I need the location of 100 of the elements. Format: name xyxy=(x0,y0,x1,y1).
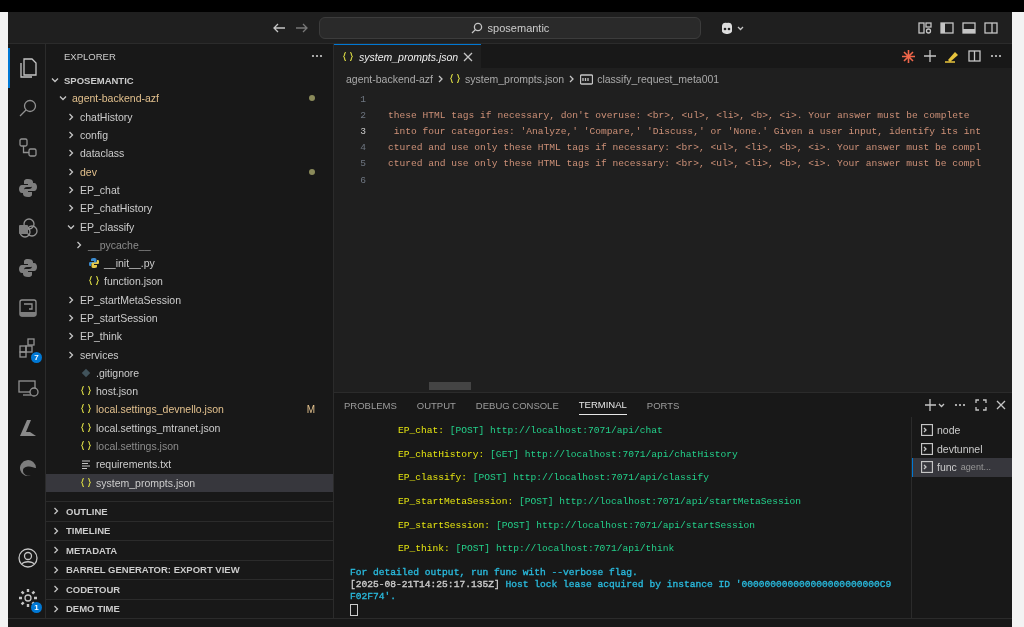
tree-item[interactable]: agent-backend-azf xyxy=(46,89,333,108)
secondary-sidebar-icon[interactable] xyxy=(984,20,998,35)
chevron-right-icon[interactable] xyxy=(66,130,76,141)
terminal-icon xyxy=(921,461,933,474)
terminal-line: [2025-08-21T14:25:17.135Z] Host lock lease acquired by instance ID '000000000000000000000000C9 xyxy=(350,579,893,592)
section-header[interactable]: METADATA xyxy=(46,540,333,560)
chevron-right-icon[interactable] xyxy=(66,184,76,195)
tree-item[interactable]: config xyxy=(46,125,333,145)
tree-item[interactable]: EP_startMetaSession xyxy=(46,290,333,309)
chevron-right-icon[interactable] xyxy=(66,313,76,323)
section-header[interactable]: BARREL GENERATOR: EXPORT VIEW xyxy=(46,559,333,579)
panel-tab[interactable]: TERMINAL xyxy=(578,395,627,415)
tree-item[interactable]: system_prompts.json xyxy=(46,473,333,492)
code-line: ctured and use only these HTML tags if necessary: <br>, <ul>, <li>, <b>, <i>. Your answer must be compl xyxy=(388,158,981,170)
chevron-right-icon[interactable] xyxy=(66,166,76,177)
search-field[interactable]: sposemantic xyxy=(319,16,701,39)
chevron-right-icon[interactable] xyxy=(66,203,76,214)
chevron-right-icon[interactable] xyxy=(51,506,61,517)
tree-item[interactable]: EP_classify xyxy=(46,217,333,236)
tree-item[interactable]: EP_startSession xyxy=(46,308,333,328)
tree-item[interactable]: __init__.py xyxy=(46,253,333,273)
more-icon[interactable] xyxy=(990,54,1002,58)
tree-item[interactable]: local.settings_devnello.json M xyxy=(46,400,333,419)
account-icon[interactable] xyxy=(15,546,40,570)
panel-toggle-icon[interactable] xyxy=(962,20,976,35)
more-icon[interactable] xyxy=(311,54,323,58)
terminal-line: For detailed output, run func with --verbose flag. xyxy=(350,567,639,580)
count-badge: 7 xyxy=(31,352,42,363)
terminal-cursor xyxy=(350,604,358,617)
tree-item[interactable]: local.settings_mtranet.json xyxy=(46,418,333,437)
line-number: 4 xyxy=(359,142,366,154)
layout-icon[interactable] xyxy=(918,20,932,35)
split-editor-icon[interactable] xyxy=(968,50,981,62)
line-number: 2 xyxy=(359,109,366,121)
panel-tab[interactable]: PORTS xyxy=(646,395,680,415)
section-header[interactable]: TIMELINE xyxy=(46,520,333,540)
tree-item[interactable]: __pycache__ xyxy=(46,235,333,254)
panel-tab[interactable]: OUTPUT xyxy=(416,395,456,415)
git-status: M xyxy=(306,404,315,415)
line-number: 6 xyxy=(359,174,366,186)
plus-icon[interactable] xyxy=(924,50,936,62)
tree-item[interactable]: requirements.txt xyxy=(46,455,333,474)
chevron-right-icon[interactable] xyxy=(74,239,84,250)
terminal-icon xyxy=(921,424,933,437)
chevron-right-icon[interactable] xyxy=(66,294,76,305)
tree-item[interactable]: EP_chat xyxy=(46,180,333,200)
terminal-line: EP_classify: [POST] http://localhost:7071/api/classify xyxy=(397,472,710,485)
tree-item[interactable]: services xyxy=(46,345,333,364)
chevron-right-icon[interactable] xyxy=(66,349,76,360)
breadcrumb[interactable]: agent-backend-azf xyxy=(346,73,433,85)
back-arrow-icon[interactable] xyxy=(272,21,286,34)
line-number: 1 xyxy=(359,93,366,105)
breadcrumb[interactable]: system_prompts.json xyxy=(465,73,565,85)
more-icon[interactable] xyxy=(954,403,966,407)
close-icon[interactable] xyxy=(463,51,474,62)
section-header[interactable]: OUTLINE xyxy=(46,501,333,521)
chevron-right-icon[interactable] xyxy=(66,148,76,159)
python-icon xyxy=(88,257,100,270)
tree-item[interactable]: host.json xyxy=(46,382,333,401)
panel-tab[interactable]: DEBUG CONSOLE xyxy=(475,395,559,415)
panel-tab[interactable]: PROBLEMS xyxy=(344,395,397,415)
sidebar-toggle-icon[interactable] xyxy=(940,20,954,35)
chevron-right-icon[interactable] xyxy=(51,525,61,536)
tree-item[interactable]: SPOSEMANTIC xyxy=(46,71,333,90)
chevron-right-icon[interactable] xyxy=(51,545,61,556)
line-number: 3 xyxy=(359,125,366,137)
tree-item[interactable]: dataclass xyxy=(46,144,333,163)
chevron-right-icon[interactable] xyxy=(51,564,61,575)
chevron-right-icon[interactable] xyxy=(51,603,61,614)
braces-icon xyxy=(80,476,92,489)
count-badge: 1 xyxy=(31,602,42,613)
close-icon[interactable] xyxy=(996,400,1006,410)
terminal-item[interactable]: node xyxy=(912,421,1012,440)
tree-item[interactable]: .gitignore xyxy=(46,363,333,383)
forward-arrow-icon[interactable] xyxy=(295,21,309,34)
breadcrumb[interactable]: classify_request_meta001 xyxy=(597,73,720,85)
chevron-right-icon[interactable] xyxy=(66,111,76,122)
terminal-line: EP_chat: [POST] http://localhost:7071/api/chat xyxy=(397,425,664,437)
terminal-item[interactable]: devtunnel xyxy=(912,439,1012,458)
tree-item[interactable]: dev xyxy=(46,162,333,181)
braces-icon xyxy=(80,385,92,398)
terminal-icon xyxy=(921,442,933,455)
scrollbar-thumb[interactable] xyxy=(429,382,471,390)
sidebar-title: EXPLORER xyxy=(64,50,116,62)
tree-item[interactable]: EP_chatHistory xyxy=(46,199,333,218)
lines-icon xyxy=(80,458,92,471)
highlighter-icon[interactable] xyxy=(945,49,959,63)
terminal-item[interactable]: func agent... xyxy=(912,458,1012,477)
tree-item[interactable]: function.json xyxy=(46,272,333,291)
editor-tab[interactable]: system_prompts.json xyxy=(334,44,482,68)
new-terminal-icon[interactable] xyxy=(925,399,945,411)
tree-item[interactable]: EP_think xyxy=(46,327,333,346)
chevron-right-icon[interactable] xyxy=(66,331,76,342)
chevron-right-icon[interactable] xyxy=(51,584,61,595)
sparkle-icon[interactable] xyxy=(902,49,915,63)
tree-item[interactable]: local.settings.json xyxy=(46,436,333,456)
line-number: 5 xyxy=(359,158,366,170)
section-header[interactable]: CODETOUR xyxy=(46,579,333,599)
maximize-icon[interactable] xyxy=(975,399,987,411)
tree-item[interactable]: chatHistory xyxy=(46,107,333,126)
